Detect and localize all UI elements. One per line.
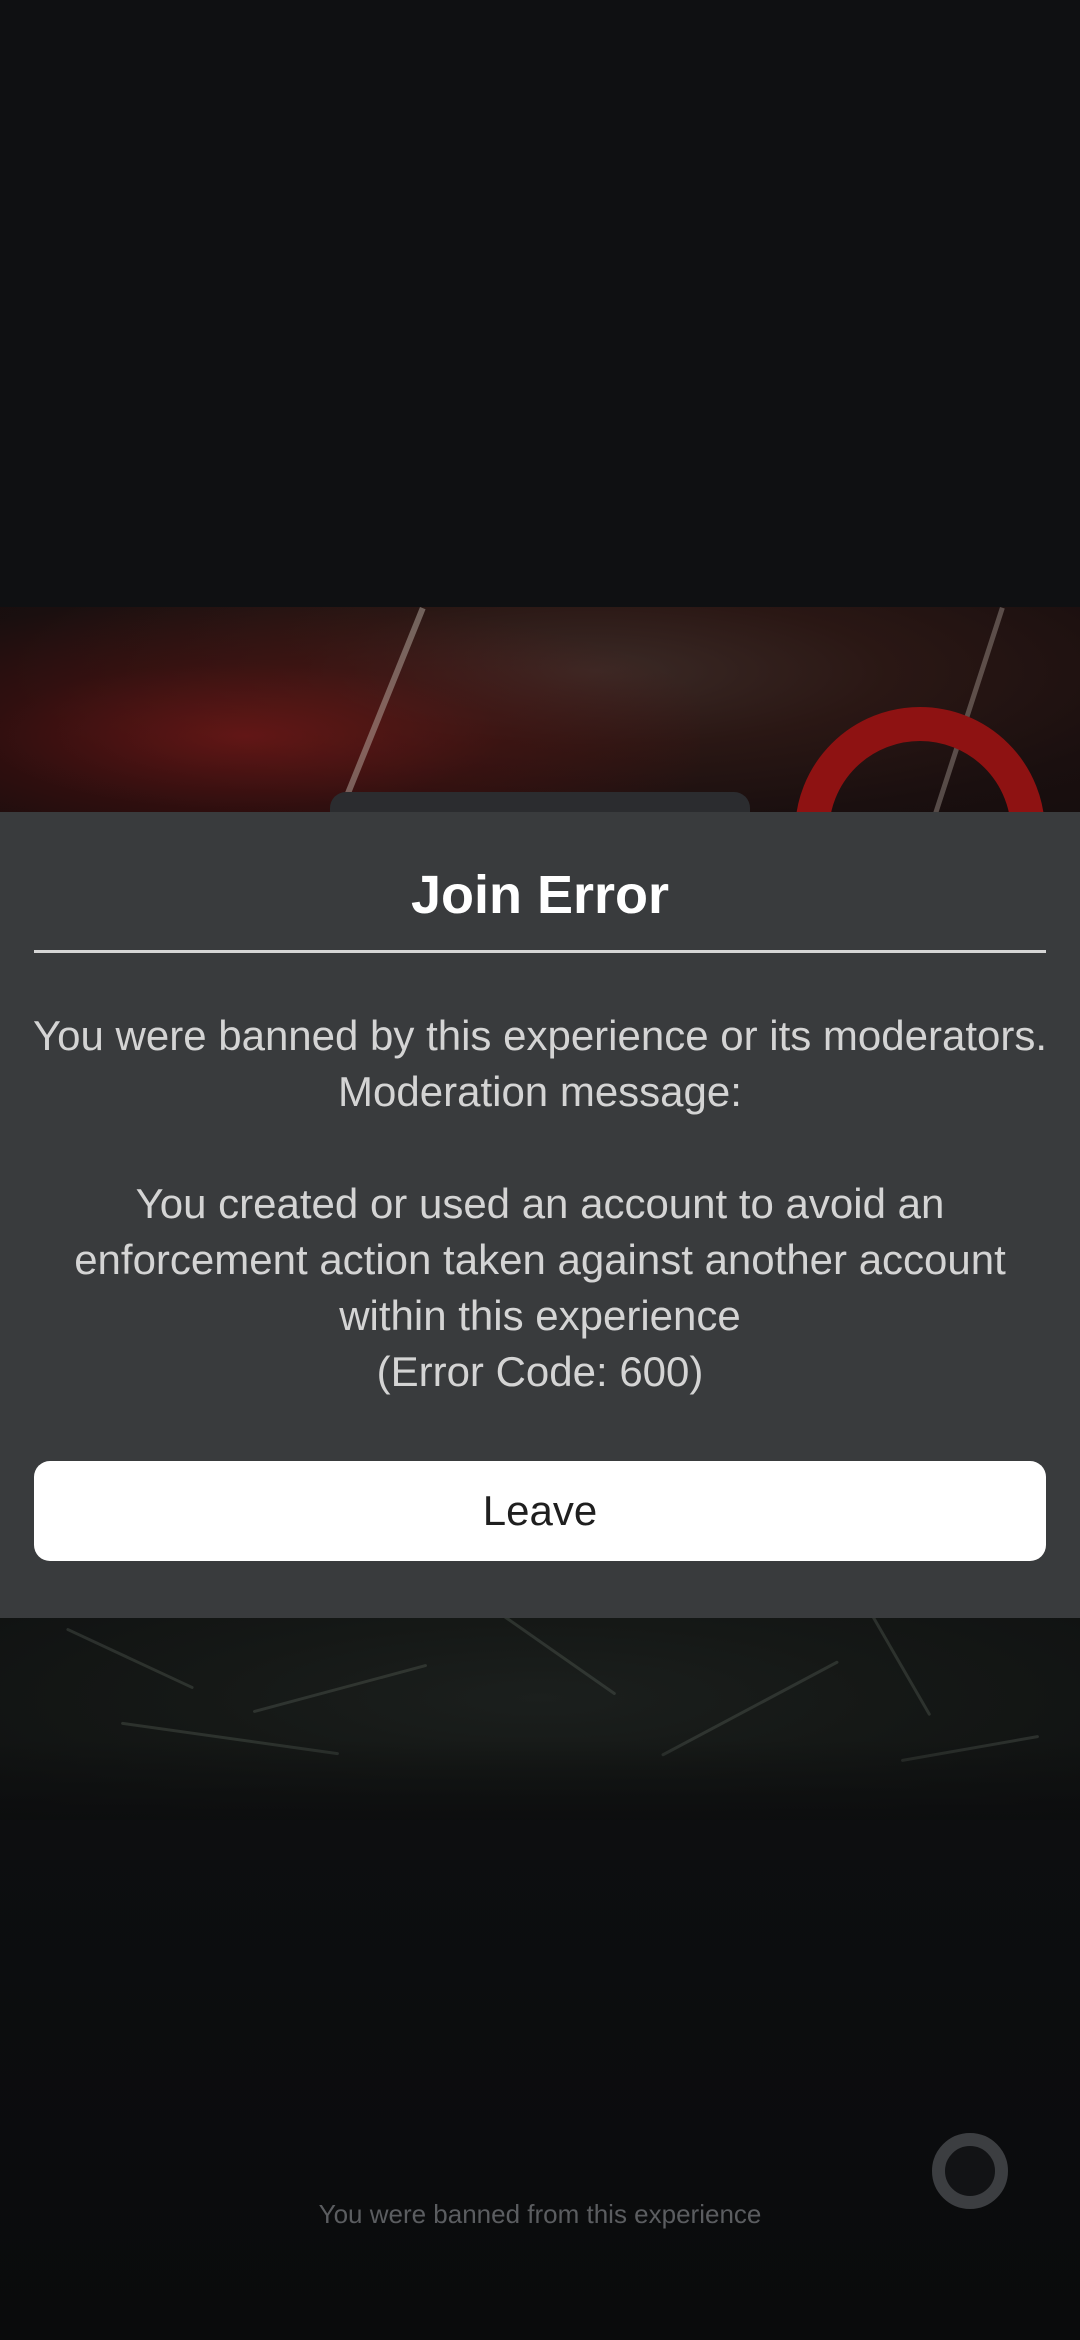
thumbnail-detail (252, 1663, 428, 1714)
dialog-title: Join Error (410, 865, 670, 925)
thumbnail-detail (483, 1617, 617, 1696)
loading-spinner-icon (932, 2133, 1008, 2209)
screen: Join Error You were banned by this exper… (0, 0, 1080, 2340)
moderation-message-label: Moderation message: (338, 1068, 742, 1115)
thumbnail-detail (868, 1617, 932, 1717)
background-bottom (0, 1820, 1080, 2340)
thumbnail-ring (795, 707, 1045, 822)
thumbnail-detail (65, 1627, 195, 1690)
ban-message: You were banned by this experience or it… (32, 1012, 1048, 1059)
leave-button[interactable]: Leave (34, 1461, 1046, 1561)
moderation-reason-line: within this experience (339, 1292, 741, 1339)
error-message: You were banned by this experience or it… (20, 1008, 1060, 1400)
error-code: (Error Code: 600) (376, 1348, 704, 1395)
message-gap (20, 1120, 1060, 1176)
game-thumbnail-bottom (0, 1617, 1080, 1820)
moderation-reason-line: You created or used an account to avoid … (135, 1180, 945, 1227)
join-error-dialog: Join Error You were banned by this exper… (0, 812, 1080, 1618)
moderation-reason-line: enforcement action taken against another… (74, 1236, 1006, 1283)
ban-status-text: You were banned from this experience (318, 2199, 762, 2229)
title-divider (34, 950, 1046, 953)
game-thumbnail-top (0, 607, 1080, 822)
thumbnail-fade (0, 1740, 1080, 1820)
